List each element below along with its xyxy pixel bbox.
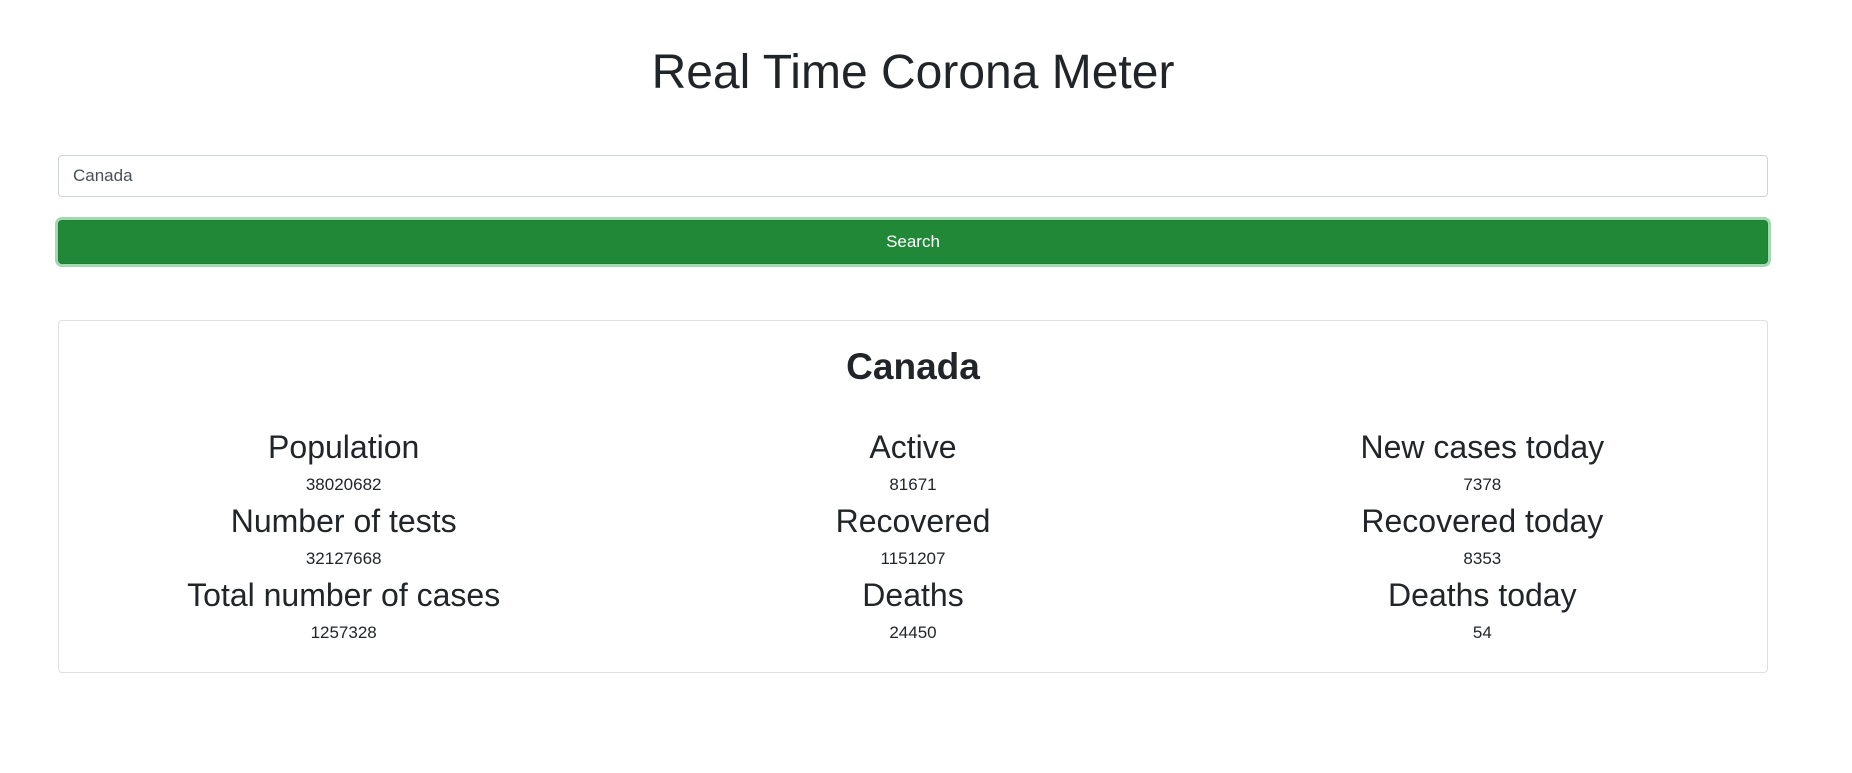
stat-active: Active 81671: [628, 427, 1197, 501]
stat-value: 81671: [889, 475, 937, 494]
stat-value: 54: [1472, 623, 1492, 642]
stat-label: New cases today: [1360, 429, 1605, 465]
stat-new-cases-today: New cases today 7378: [1198, 427, 1767, 501]
stat-population: Population 38020682: [59, 427, 628, 501]
country-stats-card: Canada Population 38020682 Active 81671 …: [58, 320, 1768, 673]
stat-value: 32127668: [305, 549, 382, 568]
stat-value: 7378: [1463, 475, 1502, 494]
stat-value: 24450: [889, 623, 937, 642]
stat-label: Recovered: [835, 503, 991, 539]
country-search-input[interactable]: [58, 155, 1768, 197]
stat-deaths-today: Deaths today 54: [1198, 575, 1767, 649]
stat-label: Recovered today: [1361, 503, 1604, 539]
stat-label: Deaths: [862, 577, 964, 613]
stat-recovered: Recovered 1151207: [628, 501, 1197, 575]
stat-total-cases: Total number of cases 1257328: [59, 575, 628, 649]
stat-label: Active: [869, 429, 957, 465]
stat-deaths: Deaths 24450: [628, 575, 1197, 649]
page-title: Real Time Corona Meter: [651, 46, 1175, 99]
stat-label: Total number of cases: [187, 577, 501, 613]
stats-grid: Population 38020682 Active 81671 New cas…: [59, 427, 1767, 649]
stat-label: Number of tests: [230, 503, 457, 539]
stat-value: 1151207: [880, 549, 946, 568]
stat-number-of-tests: Number of tests 32127668: [59, 501, 628, 575]
stat-value: 8353: [1463, 549, 1502, 568]
stat-recovered-today: Recovered today 8353: [1198, 501, 1767, 575]
stat-label: Population: [268, 429, 420, 465]
stat-value: 1257328: [310, 623, 377, 642]
country-name: Canada: [846, 346, 980, 387]
stat-value: 38020682: [305, 475, 382, 494]
stat-label: Deaths today: [1388, 577, 1577, 613]
search-button[interactable]: Search: [58, 220, 1768, 264]
